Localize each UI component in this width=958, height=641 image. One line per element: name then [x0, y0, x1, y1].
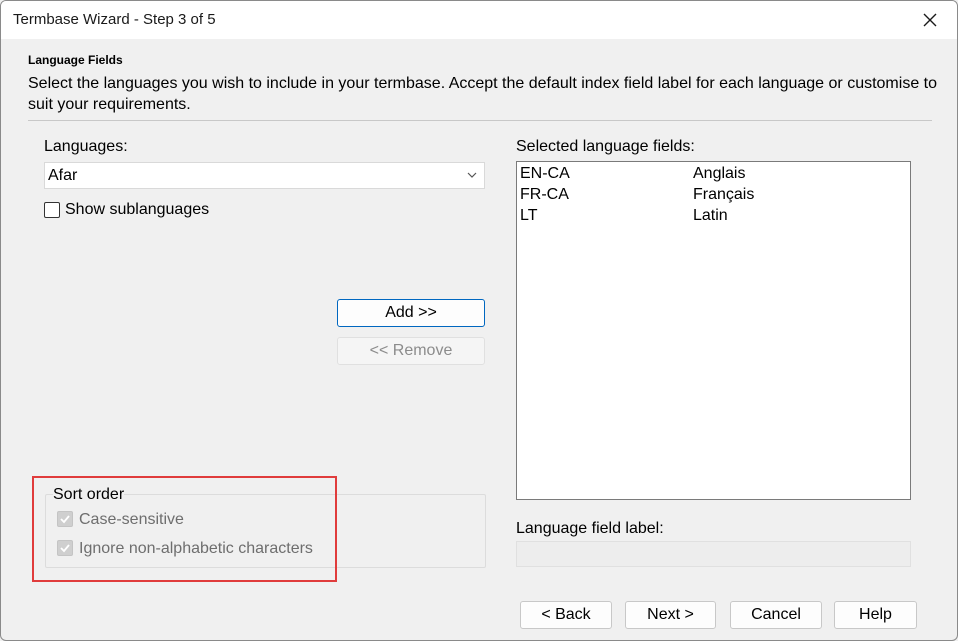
languages-label: Languages: — [44, 138, 128, 155]
window-title: Termbase Wizard - Step 3 of 5 — [13, 11, 216, 28]
close-button[interactable] — [911, 5, 949, 35]
list-item[interactable]: EN-CA Anglais — [520, 165, 908, 186]
termbase-wizard-window: Termbase Wizard - Step 3 of 5 Language F… — [0, 0, 958, 641]
languages-dropdown-value: Afar — [48, 167, 78, 184]
list-item-code: FR-CA — [520, 186, 569, 203]
language-field-label-input[interactable] — [516, 541, 911, 567]
section-description: Select the languages you wish to include… — [28, 75, 937, 113]
remove-button[interactable]: << Remove — [337, 337, 485, 365]
next-button[interactable]: Next > — [625, 601, 716, 629]
selected-fields-list[interactable]: EN-CA Anglais FR-CA Français LT Latin — [516, 161, 911, 500]
field-label-caption: Language field label: — [516, 520, 664, 537]
cancel-button[interactable]: Cancel — [730, 601, 822, 629]
list-item[interactable]: FR-CA Français — [520, 186, 908, 207]
back-button[interactable]: < Back — [520, 601, 612, 629]
add-button[interactable]: Add >> — [337, 299, 485, 327]
list-item-name: Anglais — [693, 165, 746, 182]
close-icon — [923, 13, 937, 27]
list-item-name: Latin — [693, 207, 728, 224]
chevron-down-icon — [467, 172, 477, 178]
list-item-code: EN-CA — [520, 165, 570, 182]
header-divider — [28, 120, 932, 121]
selected-fields-label: Selected language fields: — [516, 138, 695, 155]
list-item[interactable]: LT Latin — [520, 207, 908, 228]
show-sublanguages-label: Show sublanguages — [65, 201, 210, 218]
languages-dropdown[interactable]: Afar — [44, 162, 485, 189]
show-sublanguages-checkbox[interactable] — [44, 202, 60, 218]
annotation-highlight-box — [32, 476, 337, 582]
section-title: Language Fields — [28, 53, 123, 67]
list-item-name: Français — [693, 186, 755, 203]
list-item-code: LT — [520, 207, 538, 224]
help-button[interactable]: Help — [834, 601, 917, 629]
title-bar: Termbase Wizard - Step 3 of 5 — [1, 1, 957, 39]
